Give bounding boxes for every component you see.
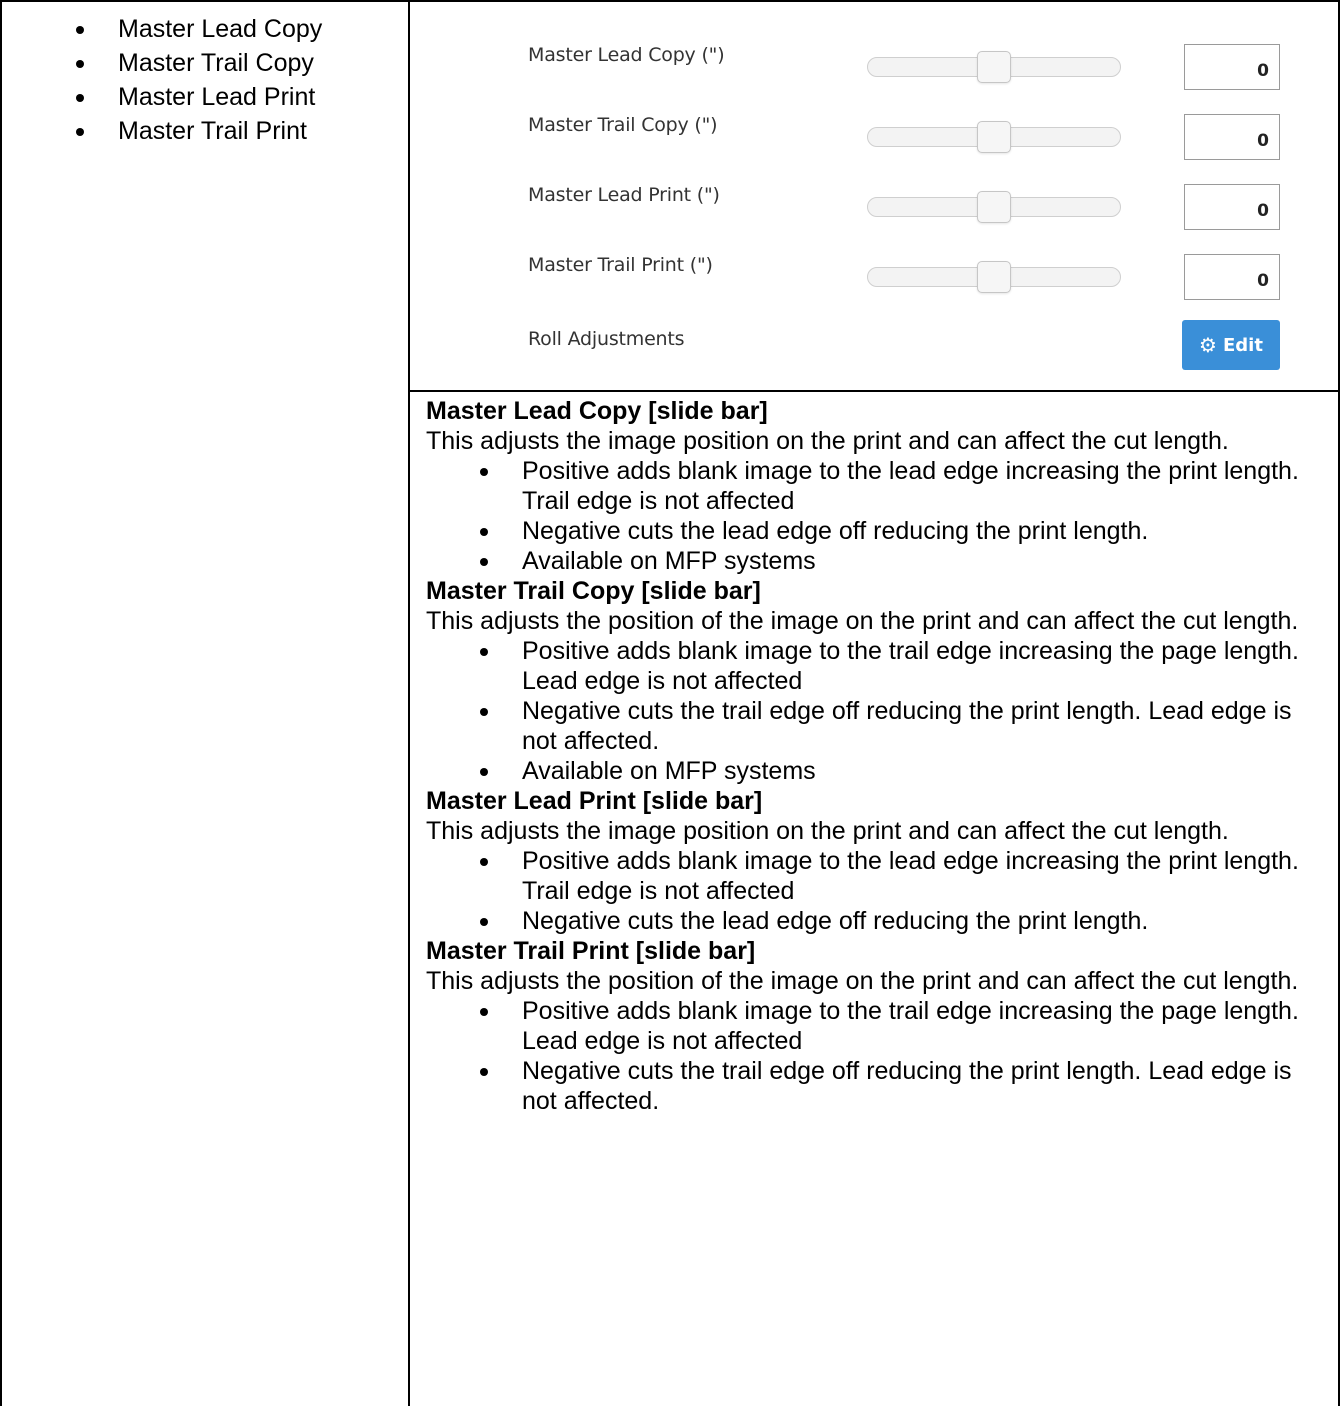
list-item: Master Trail Copy: [76, 46, 398, 80]
slider-handle[interactable]: [977, 121, 1011, 153]
section-master-lead-print: Master Lead Print [slide bar] This adjus…: [426, 786, 1340, 936]
description-cell: Master Lead Copy [slide bar] This adjust…: [410, 392, 1340, 1116]
section-heading: Master Trail Print [slide bar]: [426, 937, 756, 965]
master-trail-print-input[interactable]: 0: [1184, 254, 1280, 300]
setting-names-list: Master Lead Copy Master Trail Copy Maste…: [76, 12, 398, 148]
list-item: Negative cuts the lead edge off reducing…: [480, 906, 1340, 936]
section-intro: This adjusts the image position on the p…: [426, 817, 1229, 845]
list-item: Positive adds blank image to the trail e…: [480, 636, 1340, 696]
list-item: Positive adds blank image to the lead ed…: [480, 456, 1340, 516]
setting-row-master-lead-copy: Master Lead Copy (") 0: [410, 44, 1340, 94]
list-item: Available on MFP systems: [480, 546, 1340, 576]
section-heading: Master Lead Print [slide bar]: [426, 787, 763, 815]
list-item: Master Lead Print: [76, 80, 398, 114]
list-item: Positive adds blank image to the trail e…: [480, 996, 1340, 1056]
section-bullets: Positive adds blank image to the lead ed…: [426, 846, 1340, 936]
setting-label: Master Lead Print ("): [528, 184, 720, 206]
list-item: Negative cuts the trail edge off reducin…: [480, 696, 1340, 756]
setting-row-master-lead-print: Master Lead Print (") 0: [410, 184, 1340, 234]
gear-icon: ⚙: [1199, 333, 1217, 357]
setting-label: Master Lead Copy ("): [528, 44, 725, 66]
section-intro: This adjusts the image position on the p…: [426, 427, 1229, 455]
slider-handle[interactable]: [977, 191, 1011, 223]
setting-row-master-trail-print: Master Trail Print (") 0: [410, 254, 1340, 304]
roll-adjustments-label: Roll Adjustments: [528, 328, 685, 350]
slider-handle[interactable]: [977, 51, 1011, 83]
section-master-lead-copy: Master Lead Copy [slide bar] This adjust…: [426, 396, 1340, 576]
master-lead-print-input[interactable]: 0: [1184, 184, 1280, 230]
setting-row-master-trail-copy: Master Trail Copy (") 0: [410, 114, 1340, 164]
left-cell: Master Lead Copy Master Trail Copy Maste…: [2, 2, 410, 1406]
list-item: Master Trail Print: [76, 114, 398, 148]
section-master-trail-print: Master Trail Print [slide bar] This adju…: [426, 936, 1340, 1116]
list-item: Positive adds blank image to the lead ed…: [480, 846, 1340, 906]
master-trail-copy-slider[interactable]: [867, 121, 1121, 153]
list-item: Available on MFP systems: [480, 756, 1340, 786]
master-lead-copy-slider[interactable]: [867, 51, 1121, 83]
setting-label: Master Trail Copy ("): [528, 114, 718, 136]
edit-button-label: Edit: [1222, 334, 1263, 356]
document-table: Master Lead Copy Master Trail Copy Maste…: [0, 0, 1340, 1406]
section-intro: This adjusts the position of the image o…: [426, 607, 1299, 635]
section-master-trail-copy: Master Trail Copy [slide bar] This adjus…: [426, 576, 1340, 786]
edit-button[interactable]: ⚙ Edit: [1182, 320, 1280, 370]
section-bullets: Positive adds blank image to the lead ed…: [426, 456, 1340, 576]
list-item: Negative cuts the trail edge off reducin…: [480, 1056, 1340, 1116]
setting-label: Master Trail Print ("): [528, 254, 713, 276]
slider-handle[interactable]: [977, 261, 1011, 293]
master-trail-copy-input[interactable]: 0: [1184, 114, 1280, 160]
master-lead-copy-input[interactable]: 0: [1184, 44, 1280, 90]
list-item: Negative cuts the lead edge off reducing…: [480, 516, 1340, 546]
section-intro: This adjusts the position of the image o…: [426, 967, 1299, 995]
section-bullets: Positive adds blank image to the trail e…: [426, 996, 1340, 1116]
section-bullets: Positive adds blank image to the trail e…: [426, 636, 1340, 786]
section-heading: Master Lead Copy [slide bar]: [426, 397, 768, 425]
list-item: Master Lead Copy: [76, 12, 398, 46]
section-heading: Master Trail Copy [slide bar]: [426, 577, 761, 605]
master-lead-print-slider[interactable]: [867, 191, 1121, 223]
master-trail-print-slider[interactable]: [867, 261, 1121, 293]
settings-screenshot: Master Lead Copy (") 0 Master Trail Copy…: [410, 2, 1340, 392]
